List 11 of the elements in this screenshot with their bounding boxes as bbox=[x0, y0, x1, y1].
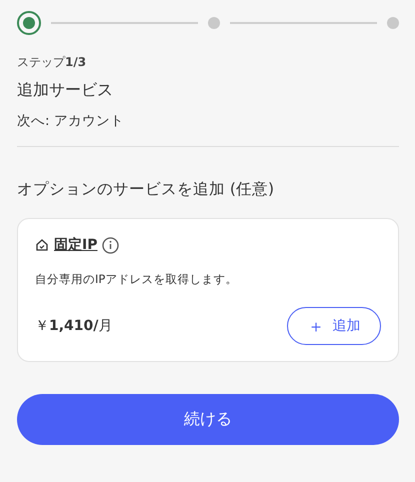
house-icon bbox=[35, 238, 49, 252]
service-name-link[interactable]: 固定IP bbox=[54, 236, 98, 254]
section-heading: オプションのサービスを追加 (任意) bbox=[17, 179, 276, 200]
service-price: ￥1,410/月 bbox=[35, 317, 112, 335]
service-description: 自分専用のIPアドレスを取得します。 bbox=[35, 272, 238, 287]
info-icon[interactable] bbox=[102, 236, 120, 254]
continue-button[interactable]: 続ける bbox=[17, 394, 399, 445]
step-title: 追加サービス bbox=[17, 80, 114, 101]
step-counter: ステップ1/3 bbox=[17, 54, 88, 71]
next-step-label: 次へ: アカウント bbox=[17, 112, 125, 130]
add-button[interactable]: ＋ 追加 bbox=[287, 307, 381, 345]
